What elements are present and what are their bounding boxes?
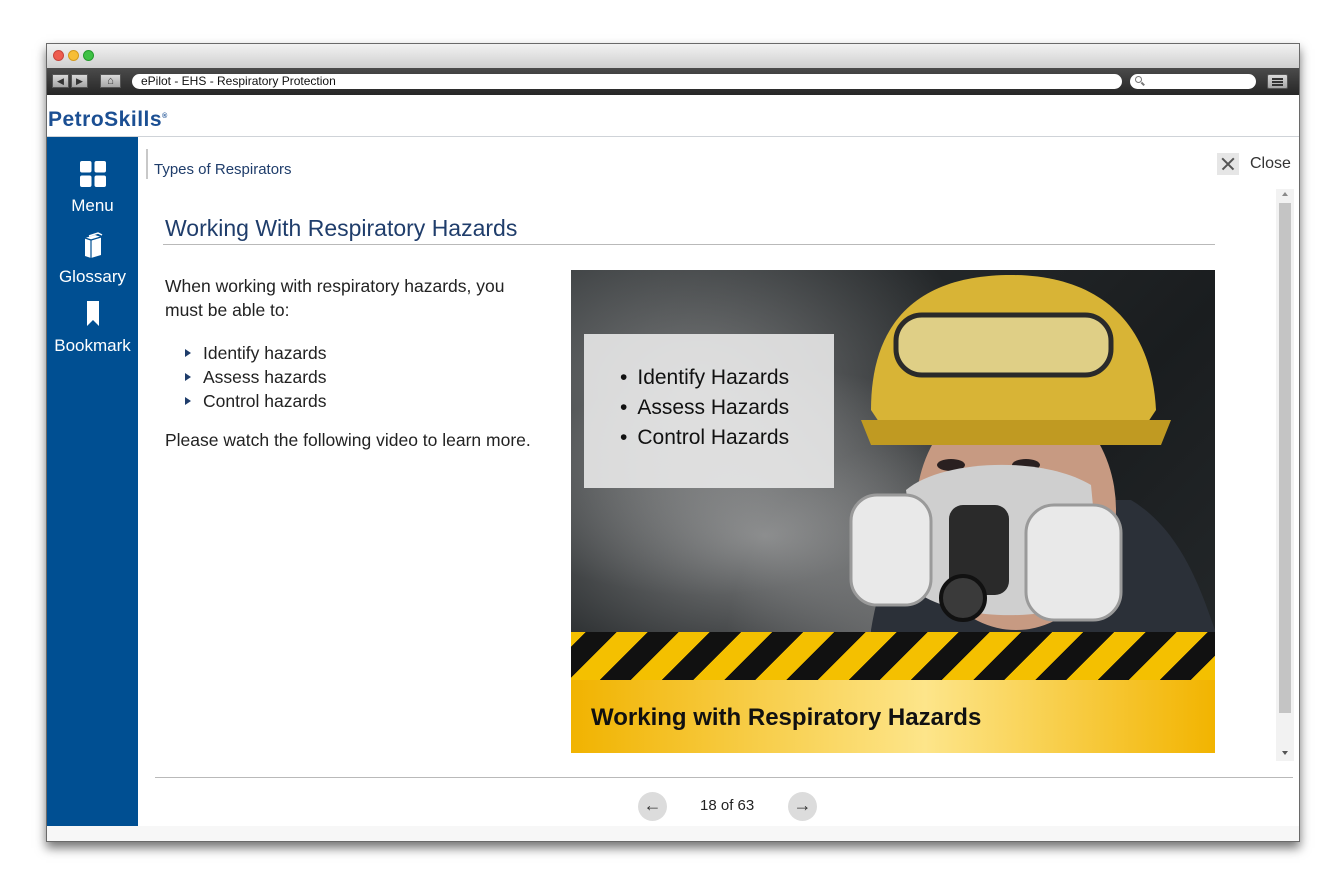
list-item: Assess Hazards (620, 393, 789, 423)
sidebar-item-label: Bookmark (54, 336, 131, 355)
app-header: PetroSkills® (47, 95, 1299, 137)
intro-text: When working with respiratory hazards, y… (165, 276, 505, 320)
page-counter: 18 of 63 (700, 797, 755, 814)
lesson-content: Types of Respirators Close Working With … (138, 137, 1299, 841)
search-icon (1135, 76, 1142, 83)
page-title: Working With Respiratory Hazards (165, 215, 518, 241)
caret-right-icon (185, 373, 191, 381)
sidebar-item-bookmark[interactable]: Bookmark (47, 301, 138, 356)
list-item: Identify Hazards (620, 363, 789, 393)
next-page-button[interactable]: → (788, 792, 817, 821)
bookmark-icon (86, 301, 99, 326)
video-player[interactable]: Identify Hazards Assess Hazards Control … (571, 270, 1215, 753)
minimize-window-button[interactable] (68, 50, 79, 61)
maximize-window-button[interactable] (83, 50, 94, 61)
grid-icon (79, 161, 106, 187)
overlay-list: Identify Hazards Assess Hazards Control … (620, 363, 789, 453)
list-item: Identify hazards (185, 341, 327, 365)
sidebar-item-menu[interactable]: Menu (47, 161, 138, 216)
video-prompt-text: Please watch the following video to lear… (165, 430, 531, 450)
home-button[interactable]: ⌂ (100, 74, 121, 88)
breadcrumb[interactable]: Types of Respirators (154, 161, 292, 178)
browser-menu-button[interactable] (1267, 74, 1288, 89)
book-icon (84, 232, 102, 258)
hazard-list: Identify hazards Assess hazards Control … (185, 341, 327, 413)
caret-right-icon (185, 397, 191, 405)
browser-toolbar: ◀ ▶ ⌂ ePilot - EHS - Respiratory Protect… (47, 68, 1299, 95)
scroll-down-icon[interactable] (1282, 751, 1288, 755)
bottom-edge (47, 826, 1299, 841)
list-item: Control Hazards (620, 423, 789, 453)
sidebar: Menu Glossary Bookmark (47, 137, 138, 841)
previous-page-button[interactable]: ← (638, 792, 667, 821)
footer-divider (155, 777, 1293, 778)
content-scrollbar[interactable] (1276, 189, 1294, 761)
sidebar-item-glossary[interactable]: Glossary (47, 232, 138, 287)
list-item: Assess hazards (185, 365, 327, 389)
petroskills-logo: PetroSkills® (48, 108, 168, 131)
sidebar-item-label: Menu (71, 196, 114, 215)
video-title: Working with Respiratory Hazards (591, 704, 982, 731)
key-points-overlay: Identify Hazards Assess Hazards Control … (584, 334, 834, 488)
sidebar-item-label: Glossary (58, 267, 127, 286)
scroll-up-icon[interactable] (1282, 192, 1288, 196)
caret-right-icon (185, 349, 191, 357)
browser-search-input[interactable] (1130, 74, 1256, 89)
close-icon (1217, 153, 1239, 175)
browser-window: ◀ ▶ ⌂ ePilot - EHS - Respiratory Protect… (46, 43, 1300, 842)
title-divider (163, 244, 1215, 245)
close-window-button[interactable] (53, 50, 64, 61)
back-button[interactable]: ◀ (52, 74, 69, 88)
title-bar (47, 44, 1299, 68)
close-label: Close (1250, 155, 1291, 172)
breadcrumb-divider (146, 149, 148, 179)
scroll-thumb[interactable] (1279, 203, 1291, 713)
forward-button[interactable]: ▶ (71, 74, 88, 88)
list-item: Control hazards (185, 389, 327, 413)
hazard-stripes (571, 632, 1215, 687)
address-bar[interactable]: ePilot - EHS - Respiratory Protection (132, 74, 1122, 89)
